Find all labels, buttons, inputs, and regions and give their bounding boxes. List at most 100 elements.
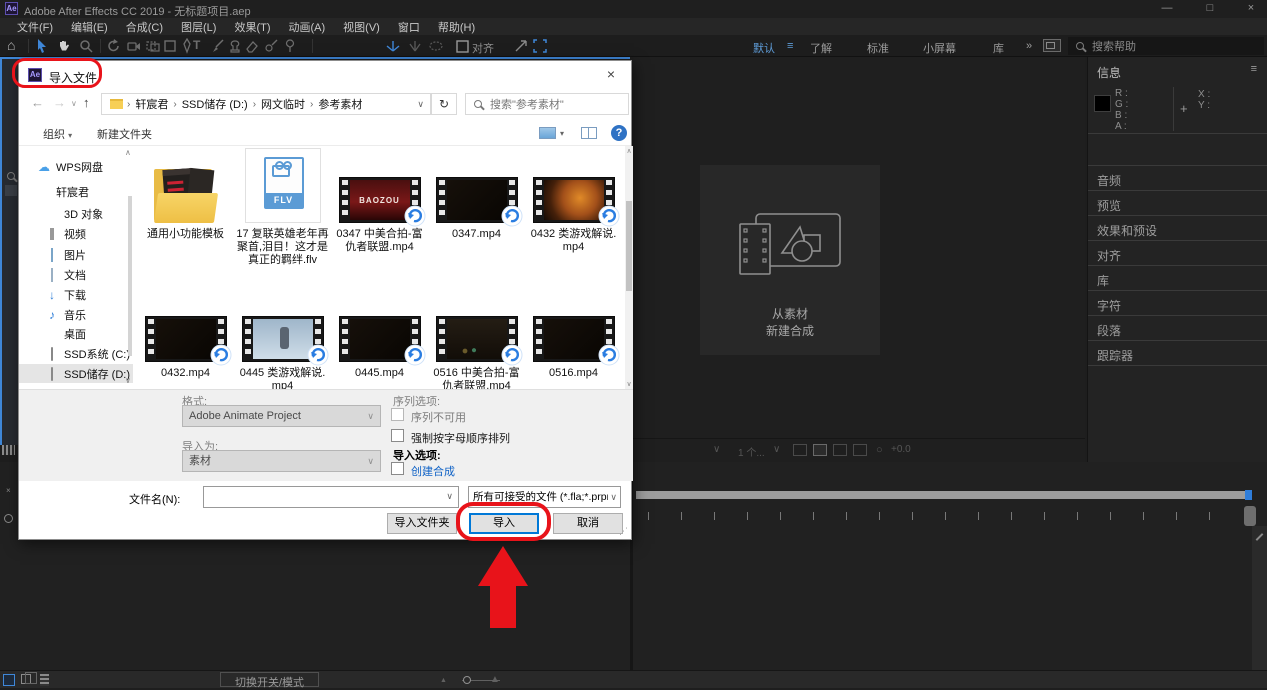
brush-tool-icon[interactable] [210,38,226,54]
breadcrumb[interactable]: › 轩宸君 › SSD储存 (D:) › 网文临时 › 参考素材 ∨ [101,93,431,115]
import-as-dropdown[interactable]: 素材∨ [182,450,381,472]
file-tile-video[interactable]: 0432.mp4 [137,316,234,389]
scroll-down-icon[interactable]: ∨ [625,380,633,388]
camera-tool-icon[interactable] [126,38,142,54]
close-button[interactable]: × [1236,1,1266,17]
panel-tab-character[interactable]: 字符 [1097,297,1121,314]
help-search-field[interactable]: 搜索帮助 [1068,37,1264,55]
workspace-menu-icon[interactable]: ≡ [787,40,793,52]
cancel-button[interactable]: 取消 [553,513,623,534]
file-tile-folder[interactable]: 通用小功能模板 [137,146,234,267]
back-icon[interactable]: ← [31,95,44,110]
new-comp-from-footage-button[interactable]: 从素材 新建合成 [700,165,880,355]
help-icon[interactable]: ? [611,125,627,141]
format-dropdown[interactable]: Adobe Animate Project∨ [182,405,381,427]
snap-label[interactable]: 对齐 [472,40,494,56]
workspace-settings-icon[interactable] [1043,39,1061,52]
workspace-tab-library[interactable]: 库 [993,40,1004,56]
menu-view[interactable]: 视图(V) [334,19,389,35]
recent-chevron-icon[interactable]: ∨ [71,99,77,108]
view-mode-dropdown-icon[interactable]: ▾ [560,129,564,138]
info-panel-title[interactable]: 信息 [1097,64,1121,81]
file-tile-video[interactable]: 0516 中美合拍-富仇者联盟.mp4 [428,316,525,389]
home-icon[interactable]: ⌂ [7,37,23,53]
menu-edit[interactable]: 编辑(E) [62,19,117,35]
axis-world-icon[interactable] [407,38,423,54]
sidebar-item-ssd-c[interactable]: SSD系统 (C:) [19,344,133,363]
rotation-tool-icon[interactable] [106,38,122,54]
force-alphabetical-checkbox[interactable] [391,429,404,442]
puppet-pin-tool-icon[interactable] [282,38,298,54]
toggle-switches-modes-button[interactable]: 切换开关/模式 [220,672,319,687]
chevron-down-icon[interactable]: ∨ [446,491,453,502]
zoom-out-icon[interactable]: ▲ [440,677,447,684]
file-tile-video[interactable]: 0445 类游戏解说.mp4 [234,316,331,389]
eraser-tool-icon[interactable] [244,38,260,54]
graph-editor-icon[interactable] [40,674,49,686]
file-tile-video[interactable]: 0347.mp4 [428,146,525,267]
workspace-tab-small-screen[interactable]: 小屏幕 [923,40,956,56]
sidebar-scroll-down-icon[interactable]: ∨ [125,376,131,385]
clone-stamp-tool-icon[interactable] [227,38,243,54]
pan-behind-tool-icon[interactable] [145,38,161,54]
sidebar-item-downloads[interactable]: ↓下载 [19,285,133,304]
breadcrumb-folder2[interactable]: 参考素材 [313,96,367,112]
axis-view-icon[interactable] [428,38,444,54]
timeline-close-icon[interactable]: × [6,486,11,495]
create-composition-checkbox[interactable] [391,462,404,475]
maximize-button[interactable]: □ [1195,1,1225,17]
sidebar-scroll-up-icon[interactable]: ∧ [125,148,131,157]
ruler-toggle-icon[interactable] [793,444,807,456]
view-count-dropdown[interactable]: 1 个... [738,444,765,459]
time-navigator-end-handle[interactable] [1245,490,1252,500]
resize-grip-icon[interactable]: ⋰ [619,526,629,537]
menu-effect[interactable]: 效果(T) [225,19,279,35]
file-list-scrollbar[interactable]: ∧ ∨ [625,146,633,389]
timeline-ruler[interactable] [648,512,1240,520]
panel-menu-icon[interactable]: ≡ [1251,63,1257,75]
axis-local-icon[interactable] [385,38,401,54]
file-tile-video[interactable]: 0516.mp4 [525,316,622,389]
sidebar-item-thispc[interactable]: 轩宸君 [19,182,133,201]
panel-tab-audio[interactable]: 音频 [1097,172,1121,189]
sidebar-item-music[interactable]: ♪音乐 [19,305,133,324]
breadcrumb-drive[interactable]: SSD储存 (D:) [177,96,253,112]
sequence-unavailable-checkbox[interactable] [391,408,404,421]
sidebar-item-documents[interactable]: 文档 [19,265,133,284]
breadcrumb-user[interactable]: 轩宸君 [130,96,173,112]
panel-tab-align[interactable]: 对齐 [1097,247,1121,264]
time-navigator-bar[interactable] [636,491,1252,499]
refresh-icon[interactable]: ↻ [431,93,457,115]
file-tile-video[interactable]: 0445.mp4 [331,316,428,389]
filename-input[interactable]: ∨ [203,486,459,508]
region-of-interest-icon[interactable] [532,38,548,54]
zoom-tool-icon[interactable] [78,38,94,54]
breadcrumb-chevron-icon[interactable]: ∨ [417,99,426,110]
exposure-icon[interactable]: ○ [876,444,883,456]
menu-help[interactable]: 帮助(H) [429,19,484,35]
exposure-value[interactable]: +0.0 [891,444,911,455]
sidebar-scrollbar[interactable] [128,196,132,356]
up-icon[interactable]: ↑ [83,95,90,110]
breadcrumb-folder1[interactable]: 网文临时 [256,96,310,112]
create-composition-label[interactable]: 创建合成 [411,463,455,479]
panel-tab-paragraph[interactable]: 段落 [1097,322,1121,339]
menu-animation[interactable]: 动画(A) [280,19,335,35]
region-of-interest-toggle-icon[interactable] [813,444,827,456]
motion-blur-icon[interactable] [21,674,31,684]
panel-tab-preview[interactable]: 预览 [1097,197,1121,214]
3d-view-icon[interactable] [853,444,867,456]
file-tile-flv[interactable]: FLV 17 复联英雄老年再聚首,泪目！这才是真正的羁绊.flv [234,146,331,267]
timeline-scrollbar-handle[interactable] [1244,506,1256,526]
dialog-search-field[interactable]: 搜索"参考素材" [465,93,629,115]
sidebar-item-desktop[interactable]: 桌面 [19,324,133,343]
eye-icon[interactable] [4,514,13,523]
menu-composition[interactable]: 合成(C) [117,19,172,35]
hand-tool-icon[interactable] [56,38,72,54]
roto-brush-tool-icon[interactable] [263,38,279,54]
dialog-close-icon[interactable]: × [591,61,631,89]
preview-pane-icon[interactable] [581,127,597,139]
new-folder-button[interactable]: 新建文件夹 [97,126,152,142]
sidebar-item-3d-objects[interactable]: 3D 对象 [19,204,133,223]
magnification-chevron-icon[interactable]: ∨ [713,444,720,455]
